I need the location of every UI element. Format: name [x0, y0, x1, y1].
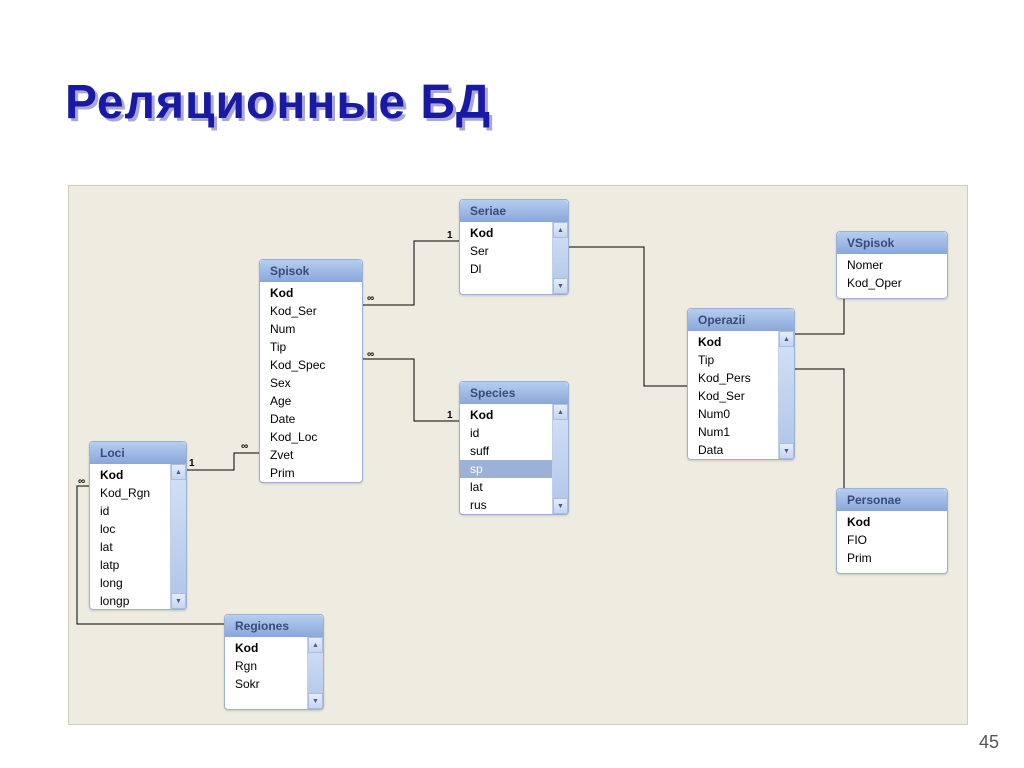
cardinality-many: ∞ [241, 441, 248, 452]
table-header: VSpisok [837, 232, 947, 254]
table-operazii[interactable]: Operazii Kod Tip Kod_Pers Kod_Ser Num0 N… [687, 308, 795, 460]
field: Date [260, 410, 362, 428]
scroll-down-icon[interactable] [553, 278, 568, 294]
field: Kod [837, 513, 947, 531]
field: FIO [837, 531, 947, 549]
page-number: 45 [979, 732, 999, 753]
scroll-up-icon[interactable] [779, 331, 794, 347]
table-vspisok[interactable]: VSpisok Nomer Kod_Oper [836, 231, 948, 299]
table-header: Personae [837, 489, 947, 511]
scroll-up-icon[interactable] [171, 464, 186, 480]
cardinality-many: ∞ [367, 349, 374, 360]
scroll-down-icon[interactable] [553, 498, 568, 514]
table-species[interactable]: Species Kod id suff sp lat rus [459, 381, 569, 515]
scroll-down-icon[interactable] [779, 443, 794, 459]
table-header: Operazii [688, 309, 794, 331]
field: Sex [260, 374, 362, 392]
cardinality-many: ∞ [367, 293, 374, 304]
cardinality-many: ∞ [78, 476, 85, 487]
field: Kod_Ser [260, 302, 362, 320]
field: Kod_Oper [837, 274, 947, 292]
table-header: Loci [90, 442, 186, 464]
field: Zvet [260, 446, 362, 464]
cardinality-one: 1 [447, 230, 453, 241]
table-regiones[interactable]: Regiones Kod Rgn Sokr [224, 614, 324, 710]
field: Nomer [837, 256, 947, 274]
field: Age [260, 392, 362, 410]
table-loci[interactable]: Loci Kod Kod_Rgn id loc lat latp long lo… [89, 441, 187, 610]
table-header: Species [460, 382, 568, 404]
table-header: Spisok [260, 260, 362, 282]
field: Kod [260, 284, 362, 302]
scroll-up-icon[interactable] [308, 637, 323, 653]
table-spisok[interactable]: Spisok Kod Kod_Ser Num Tip Kod_Spec Sex … [259, 259, 363, 483]
slide-title: Реляционные БД [65, 75, 491, 130]
field: Num [260, 320, 362, 338]
field: Kod_Loc [260, 428, 362, 446]
scroll-down-icon[interactable] [171, 593, 186, 609]
scroll-down-icon[interactable] [308, 693, 323, 709]
scroll-up-icon[interactable] [553, 404, 568, 420]
relationship-diagram: 1 ∞ 1 ∞ ∞ 1 ∞ 1 Loci Kod Kod_Rgn id loc … [68, 185, 968, 725]
table-personae[interactable]: Personae Kod FIO Prim [836, 488, 948, 574]
field: Kod_Spec [260, 356, 362, 374]
scroll-up-icon[interactable] [553, 222, 568, 238]
table-seriae[interactable]: Seriae Kod Ser Dl [459, 199, 569, 295]
field: Prim [837, 549, 947, 567]
cardinality-one: 1 [189, 458, 195, 469]
table-header: Seriae [460, 200, 568, 222]
field: Prim [260, 464, 362, 482]
table-header: Regiones [225, 615, 323, 637]
field: Tip [260, 338, 362, 356]
cardinality-one: 1 [447, 410, 453, 421]
